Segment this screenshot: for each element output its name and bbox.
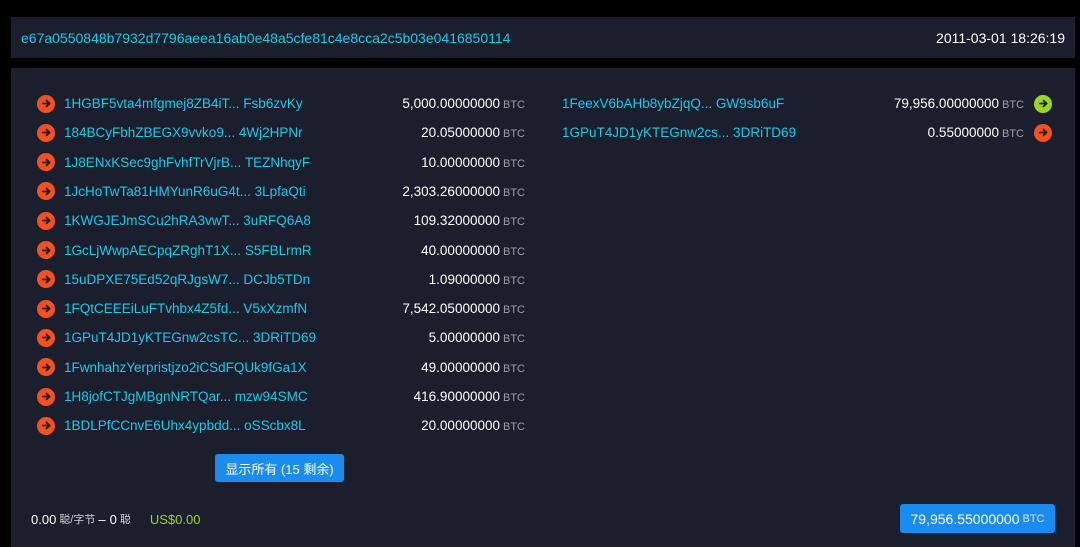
input-amount-unit: BTC	[503, 304, 525, 317]
input-amount: 10.00000000 BTC	[421, 155, 525, 170]
output-amount-unit: BTC	[1002, 99, 1024, 111]
input-row: 1KWGJEJmSCu2hRA3vwT... 3uRFQ6A8 109.32000…	[37, 206, 525, 235]
input-amount-value: 1.09000000	[428, 271, 500, 287]
input-row: 1FQtCEEEiLuFTvhbx4Z5fd... V5xXzmfN 7,542.…	[37, 294, 525, 323]
arrow-right-icon[interactable]	[1034, 123, 1052, 142]
input-amount: 49.00000000 BTC	[421, 360, 525, 375]
input-row: 15uDPXE75Ed52qRJgsW7... DCJb5TDn 1.090000…	[37, 265, 525, 294]
input-amount-unit: BTC	[503, 421, 525, 434]
arrow-right-icon[interactable]	[37, 328, 55, 347]
output-row: 1GPuT4JD1yKTEGnw2cs... 3DRiTD69 0.5500000…	[562, 118, 1052, 147]
show-all-inputs-button[interactable]: 显示所有 (15 剩余)	[215, 454, 344, 482]
fee-rate: 0.00	[31, 511, 57, 527]
total-amount: 79,956.55000000	[910, 510, 1020, 527]
tx-hash-link[interactable]: e67a0550848b7932d7796aeea16ab0e48a5cfe81…	[21, 30, 510, 46]
arrow-right-icon[interactable]	[37, 94, 55, 113]
input-address-link[interactable]: 1H8jofCTJgMBgnNRTQar... mzw94SMC	[64, 389, 308, 404]
input-amount: 7,542.05000000 BTC	[402, 301, 525, 316]
input-row: 184BCyFbhZBEGX9vvko9... 4Wj2HPNr 20.05000…	[37, 118, 525, 147]
input-amount-unit: BTC	[503, 362, 525, 375]
output-amount-value: 79,956.00000000	[893, 96, 999, 111]
input-row: 1HGBF5vta4mfgmej8ZB4iT... Fsb6zvKy 5,000.…	[37, 89, 525, 118]
input-row: 1JcHoTwTa81HMYunR6uG4t... 3LpfaQti 2,303.…	[37, 177, 525, 206]
input-amount-value: 5,000.00000000	[402, 96, 500, 111]
arrow-right-icon[interactable]	[37, 387, 55, 406]
input-row: 1H8jofCTJgMBgnNRTQar... mzw94SMC 416.9000…	[37, 382, 525, 411]
input-amount: 2,303.26000000 BTC	[402, 184, 525, 199]
input-amount-value: 20.00000000	[421, 418, 500, 434]
input-row: 1GPuT4JD1yKTEGnw2csTC... 3DRiTD69 5.00000…	[37, 323, 525, 352]
arrow-right-icon[interactable]	[37, 416, 55, 435]
input-amount-unit: BTC	[503, 186, 525, 199]
fee-rate-unit: 聪/字节	[59, 514, 96, 526]
input-amount-unit: BTC	[503, 157, 525, 170]
input-amount-unit: BTC	[503, 99, 525, 111]
input-amount: 20.05000000 BTC	[421, 125, 525, 140]
output-amount: 0.55000000 BTC	[928, 125, 1024, 140]
input-address-link[interactable]: 184BCyFbhZBEGX9vvko9... 4Wj2HPNr	[64, 125, 303, 140]
input-address-link[interactable]: 1JcHoTwTa81HMYunR6uG4t... 3LpfaQti	[64, 184, 306, 199]
input-amount-value: 109.32000000	[413, 213, 500, 229]
input-amount: 416.90000000 BTC	[414, 389, 525, 404]
tx-header: e67a0550848b7932d7796aeea16ab0e48a5cfe81…	[11, 17, 1075, 58]
input-amount-value: 416.90000000	[413, 389, 500, 404]
total-output-badge: 79,956.55000000 BTC	[900, 504, 1055, 533]
input-amount-value: 40.00000000	[421, 242, 500, 258]
arrow-right-icon[interactable]	[37, 153, 55, 172]
tx-timestamp: 2011-03-01 18:26:19	[936, 29, 1065, 46]
output-amount-value: 0.55000000	[927, 125, 999, 141]
input-amount-unit: BTC	[503, 216, 525, 229]
arrow-right-icon[interactable]	[37, 270, 55, 289]
input-amount-value: 2,303.26000000	[402, 183, 500, 199]
input-amount: 1.09000000 BTC	[429, 272, 525, 287]
input-address-link[interactable]: 1BDLPfCCnvE6Uhx4ypbdd... oSScbx8L	[64, 418, 306, 433]
input-address-link[interactable]: 1KWGJEJmSCu2hRA3vwT... 3uRFQ6A8	[64, 213, 311, 228]
input-address-link[interactable]: 1GcLjWwpAECpqZRghT1X... S5FBLrmR	[64, 243, 312, 258]
input-amount: 109.32000000 BTC	[414, 213, 525, 228]
arrow-right-icon[interactable]	[37, 211, 55, 230]
arrow-right-icon[interactable]	[37, 358, 55, 377]
input-amount: 5,000.00000000 BTC	[402, 96, 525, 111]
input-amount-unit: BTC	[503, 274, 525, 287]
arrow-right-icon[interactable]	[37, 241, 55, 259]
output-row: 1FeexV6bAHb8ybZjqQ... GW9sb6uF 79,956.000…	[562, 89, 1052, 118]
fee-total: 0	[109, 511, 117, 527]
arrow-right-icon[interactable]	[37, 182, 55, 201]
input-address-link[interactable]: 1FQtCEEEiLuFTvhbx4Z5fd... V5xXzmfN	[64, 301, 307, 316]
input-address-link[interactable]: 1FwnhahzYerpristjzo2iCSdFQUk9fGa1X	[64, 360, 307, 375]
input-amount-value: 5.00000000	[428, 330, 500, 346]
input-address-link[interactable]: 15uDPXE75Ed52qRJgsW7... DCJb5TDn	[64, 272, 310, 287]
input-amount-value: 20.05000000	[421, 125, 500, 141]
input-amount-unit: BTC	[503, 128, 525, 141]
input-row: 1BDLPfCCnvE6Uhx4ypbdd... oSScbx8L 20.0000…	[37, 411, 525, 440]
input-row: 1GcLjWwpAECpqZRghT1X... S5FBLrmR 40.00000…	[37, 236, 525, 265]
fee-info: 0.00 聪/字节 – 0 聪 US$0.00	[31, 511, 200, 527]
total-unit: BTC	[1022, 512, 1045, 525]
input-row: 1FwnhahzYerpristjzo2iCSdFQUk9fGa1X 49.000…	[37, 353, 525, 382]
input-amount: 5.00000000 BTC	[429, 330, 525, 345]
fee-dash: –	[98, 511, 106, 527]
input-amount-value: 7,542.05000000	[402, 301, 500, 317]
arrow-right-icon[interactable]	[37, 123, 55, 142]
output-amount-unit: BTC	[1002, 128, 1024, 141]
output-amount: 79,956.00000000 BTC	[894, 96, 1024, 111]
fee-total-unit: 聪	[119, 514, 131, 526]
input-amount: 20.00000000 BTC	[421, 418, 525, 433]
input-row: 1J8ENxKSec9ghFvhfTrVjrB... TEZNhqyF 10.00…	[37, 148, 525, 177]
input-amount-unit: BTC	[503, 333, 525, 346]
arrow-right-icon[interactable]	[1034, 94, 1052, 113]
output-address-link[interactable]: 1GPuT4JD1yKTEGnw2cs... 3DRiTD69	[562, 125, 796, 140]
tx-details-panel: 1HGBF5vta4mfgmej8ZB4iT... Fsb6zvKy 5,000.…	[11, 68, 1075, 547]
input-address-link[interactable]: 1HGBF5vta4mfgmej8ZB4iT... Fsb6zvKy	[64, 96, 303, 111]
input-amount-unit: BTC	[503, 392, 525, 404]
arrow-right-icon[interactable]	[37, 299, 55, 318]
input-amount-value: 10.00000000	[421, 154, 500, 170]
input-address-link[interactable]: 1GPuT4JD1yKTEGnw2csTC... 3DRiTD69	[64, 330, 316, 345]
fee-usd: US$0.00	[149, 511, 201, 527]
output-address-link[interactable]: 1FeexV6bAHb8ybZjqQ... GW9sb6uF	[562, 96, 784, 111]
input-address-link[interactable]: 1J8ENxKSec9ghFvhfTrVjrB... TEZNhqyF	[64, 155, 310, 170]
input-amount-unit: BTC	[503, 245, 525, 258]
input-amount: 40.00000000 BTC	[421, 243, 525, 258]
input-amount-value: 49.00000000	[421, 359, 500, 375]
